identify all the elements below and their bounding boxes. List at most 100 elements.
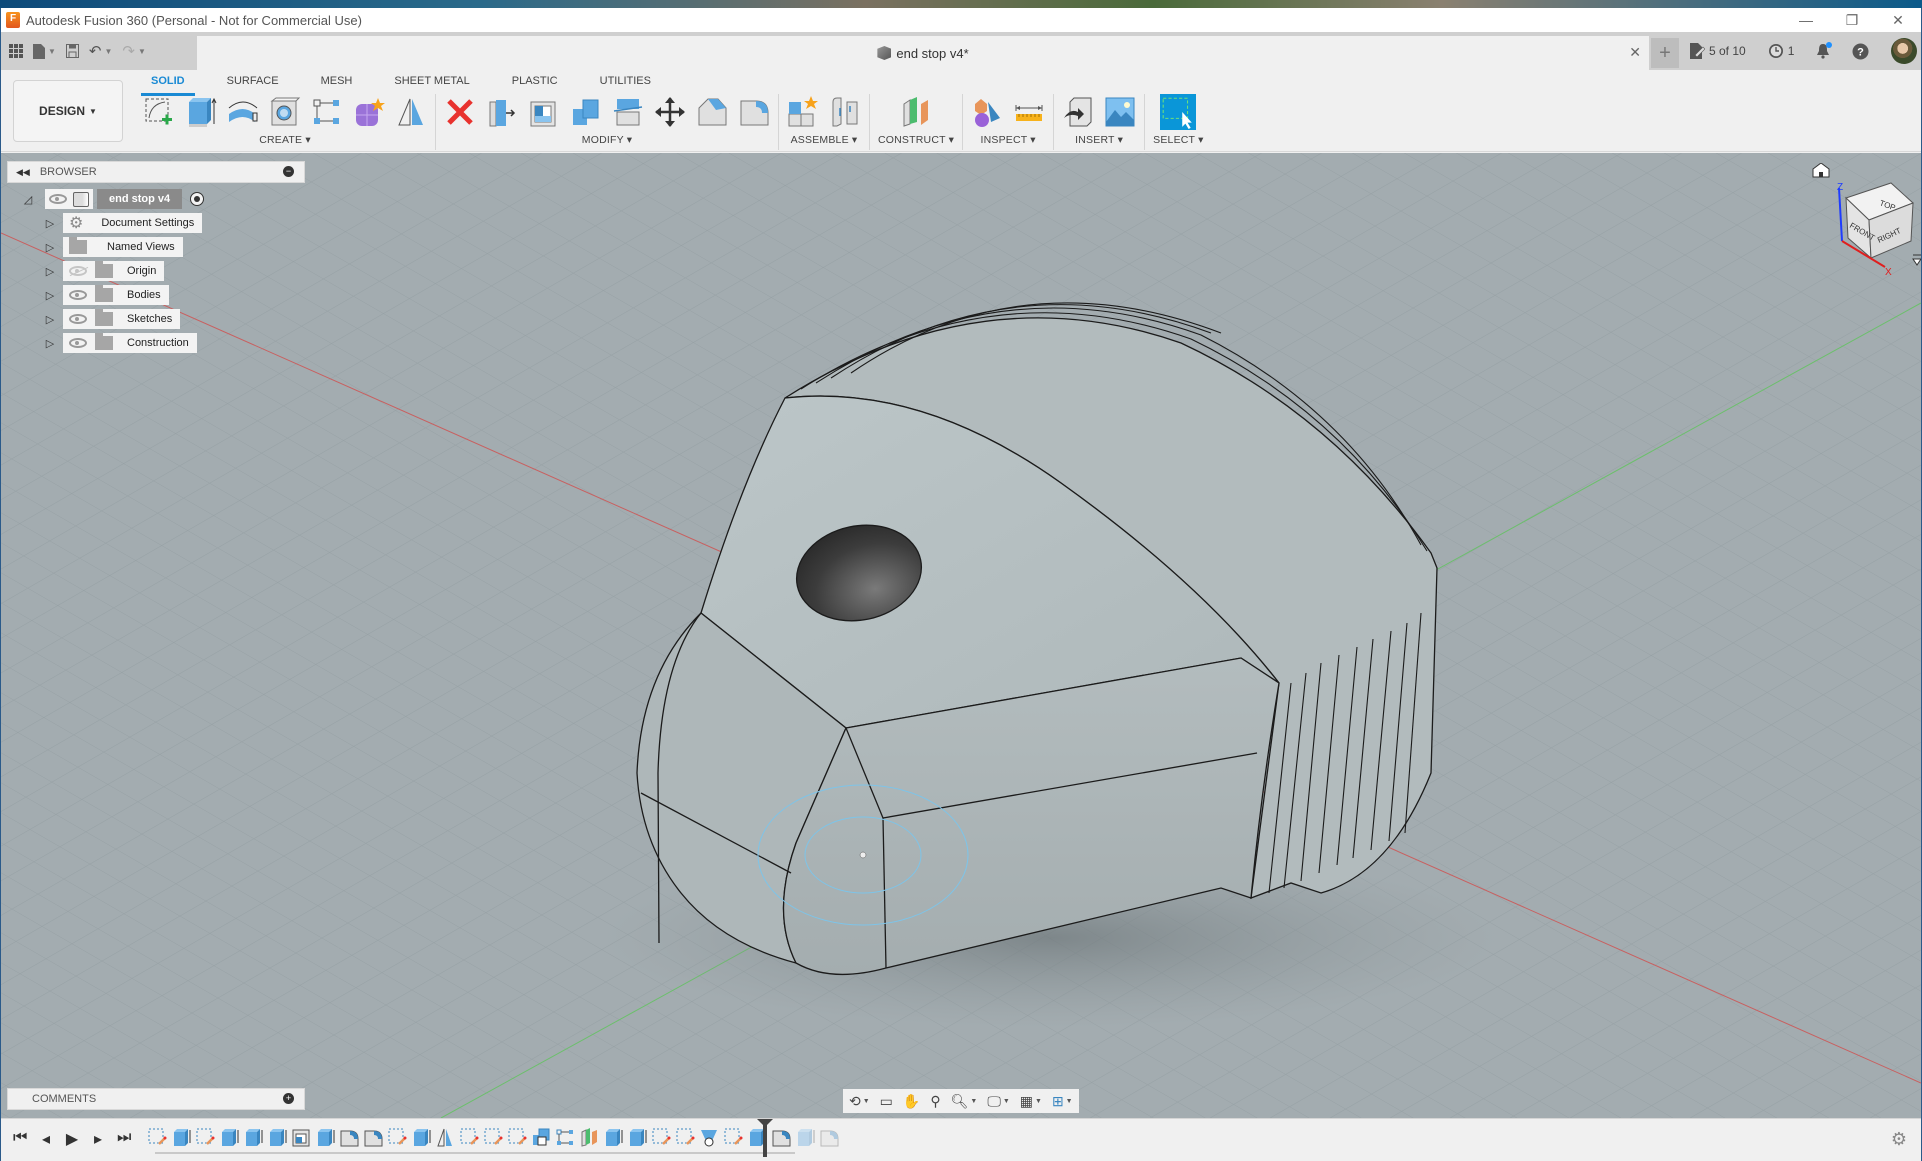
revolve-icon[interactable]: [227, 96, 259, 128]
insert-derive-icon[interactable]: [1062, 96, 1094, 128]
joint-icon[interactable]: [829, 96, 861, 128]
viewports-button[interactable]: ⊞ ▼: [1052, 1093, 1073, 1110]
assemble-menu[interactable]: ASSEMBLE ▾: [791, 134, 858, 146]
timeline-feature-fillet[interactable]: [363, 1127, 383, 1147]
window-select-icon[interactable]: [1159, 94, 1197, 130]
go-to-start-icon[interactable]: ⏮: [13, 1129, 27, 1149]
tree-item-construction[interactable]: ▷ Construction: [7, 331, 305, 355]
timeline-feature-mirror[interactable]: [435, 1127, 455, 1147]
tab-solid[interactable]: SOLID: [141, 72, 195, 96]
timeline-feature-extrude[interactable]: [411, 1127, 431, 1147]
tree-item-sketches[interactable]: ▷ Sketches: [7, 307, 305, 331]
modify-menu[interactable]: MODIFY ▾: [582, 134, 632, 146]
offset-plane-icon[interactable]: [900, 96, 932, 128]
hole-icon[interactable]: [269, 96, 301, 128]
grid-settings-button[interactable]: ▦ ▼: [1020, 1093, 1042, 1110]
collapse-panel-icon[interactable]: ◀◀: [16, 167, 30, 178]
timeline-feature-extrude[interactable]: [627, 1127, 647, 1147]
timeline-feature-plane[interactable]: [579, 1127, 599, 1147]
timeline-feature-extrude[interactable]: [243, 1127, 263, 1147]
orbit-button[interactable]: ⟲ ▼: [849, 1093, 870, 1110]
timeline-feature-shell[interactable]: [291, 1127, 311, 1147]
collapse-triangle-icon[interactable]: ◿: [21, 193, 35, 206]
new-component-icon[interactable]: [787, 96, 819, 128]
expand-triangle-icon[interactable]: ▷: [43, 265, 57, 278]
extrude-icon[interactable]: [185, 96, 217, 128]
undo-button[interactable]: ↶ ▼: [89, 42, 113, 60]
timeline-feature-sketch[interactable]: [723, 1127, 743, 1147]
timeline-feature-sketch[interactable]: [675, 1127, 695, 1147]
timeline-feature-extrude[interactable]: [219, 1127, 239, 1147]
tab-mesh[interactable]: MESH: [311, 72, 363, 92]
timeline-feature-sketch[interactable]: [147, 1127, 167, 1147]
timeline-feature-sketch[interactable]: [651, 1127, 671, 1147]
tab-sheet-metal[interactable]: SHEET METAL: [384, 72, 479, 92]
tab-surface[interactable]: SURFACE: [217, 72, 289, 92]
restore-button[interactable]: ❐: [1829, 8, 1875, 32]
insert-menu[interactable]: INSERT ▾: [1075, 134, 1123, 146]
display-component-colors-icon[interactable]: [971, 96, 1003, 128]
create-form-icon[interactable]: [353, 96, 385, 128]
timeline-settings-gear-icon[interactable]: ⚙: [1891, 1129, 1907, 1150]
delete-icon[interactable]: [444, 96, 476, 128]
inspect-menu[interactable]: INSPECT ▾: [980, 134, 1035, 146]
timeline-feature-sketch[interactable]: [459, 1127, 479, 1147]
tree-item-document-settings[interactable]: ▷ ⚙ Document Settings: [7, 211, 305, 235]
timeline-feature-fillet[interactable]: [339, 1127, 359, 1147]
timeline-feature-fillet[interactable]: [771, 1127, 791, 1147]
tree-item-origin[interactable]: ▷ Origin: [7, 259, 305, 283]
tree-item-named-views[interactable]: ▷ Named Views: [7, 235, 305, 259]
shell-icon[interactable]: [528, 96, 560, 128]
step-forward-icon[interactable]: ▸: [91, 1129, 105, 1149]
workspace-switcher[interactable]: DESIGN ▼: [13, 80, 123, 142]
press-pull-icon[interactable]: [486, 96, 518, 128]
visibility-eye-icon[interactable]: [69, 338, 87, 348]
3d-viewport[interactable]: ◀◀ BROWSER − ◿ end stop v4 ▷ ⚙ Document …: [1, 153, 1921, 1118]
measure-icon[interactable]: [1013, 96, 1045, 128]
timeline-feature-sketch[interactable]: [387, 1127, 407, 1147]
expand-triangle-icon[interactable]: ▷: [43, 241, 57, 254]
construct-menu[interactable]: CONSTRUCT ▾: [878, 134, 954, 146]
timeline-feature-extrude[interactable]: [171, 1127, 191, 1147]
timeline-feature-extrude[interactable]: [603, 1127, 623, 1147]
redo-button[interactable]: ↷ ▼: [122, 42, 146, 60]
zoom-button[interactable]: ⚲: [930, 1093, 940, 1110]
fillet-icon[interactable]: [738, 96, 770, 128]
tab-utilities[interactable]: UTILITIES: [590, 72, 661, 92]
expand-triangle-icon[interactable]: ▷: [43, 337, 57, 350]
data-panel-grid-icon[interactable]: [9, 44, 23, 58]
step-back-icon[interactable]: ◂: [39, 1129, 53, 1149]
timeline-feature-sketch[interactable]: [483, 1127, 503, 1147]
document-tab[interactable]: end stop v4* ✕: [197, 36, 1649, 70]
hidden-eye-icon[interactable]: [69, 266, 87, 276]
chamfer-icon[interactable]: [696, 96, 728, 128]
root-component-node[interactable]: end stop v4: [45, 189, 205, 209]
timeline-feature-loft[interactable]: [699, 1127, 719, 1147]
timeline-feature-extrude[interactable]: [795, 1127, 815, 1147]
go-to-end-icon[interactable]: ⏭: [117, 1129, 131, 1149]
timeline-feature-pattern[interactable]: [555, 1127, 575, 1147]
add-comment-icon[interactable]: +: [283, 1093, 294, 1104]
close-tab-button[interactable]: ✕: [1629, 44, 1641, 61]
expand-triangle-icon[interactable]: ▷: [43, 313, 57, 326]
expand-triangle-icon[interactable]: ▷: [43, 217, 57, 230]
fit-button[interactable]: 🔍︎ ▼: [951, 1093, 978, 1110]
visibility-eye-icon[interactable]: [69, 290, 87, 300]
recent-jobs-button[interactable]: 1: [1768, 43, 1794, 59]
notifications-button[interactable]: [1816, 42, 1833, 59]
combine-icon[interactable]: [570, 96, 602, 128]
view-cube[interactable]: TOP FRONT RIGHT Z X: [1801, 162, 1921, 283]
visibility-eye-icon[interactable]: [49, 194, 67, 204]
file-menu-button[interactable]: ▼: [33, 43, 56, 59]
save-icon[interactable]: [65, 44, 79, 58]
rectangular-pattern-icon[interactable]: [311, 96, 343, 128]
tree-item-bodies[interactable]: ▷ Bodies: [7, 283, 305, 307]
look-at-button[interactable]: ▭: [880, 1093, 893, 1110]
expand-triangle-icon[interactable]: ▷: [43, 289, 57, 302]
pin-panel-icon[interactable]: −: [283, 166, 294, 177]
close-window-button[interactable]: ✕: [1875, 8, 1921, 32]
select-menu[interactable]: SELECT ▾: [1153, 134, 1203, 146]
timeline-feature-extrude[interactable]: [267, 1127, 287, 1147]
offset-face-icon[interactable]: [612, 96, 644, 128]
move-copy-icon[interactable]: [654, 96, 686, 128]
